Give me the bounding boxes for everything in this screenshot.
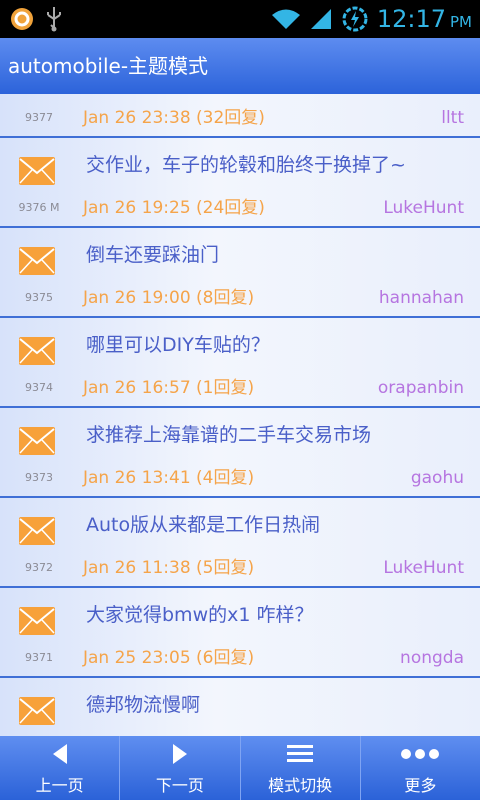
thread-number: 9371 (25, 651, 53, 664)
thread-title: 倒车还要踩油门 (86, 244, 220, 266)
thread-author[interactable]: gaohu (411, 468, 464, 488)
wifi-icon (271, 9, 300, 29)
page-title: automobile-主题模式 (0, 38, 480, 94)
clock: 12:17 PM (376, 5, 472, 33)
more-dots-icon (400, 740, 440, 768)
usb-icon (47, 7, 61, 32)
envelope-icon (19, 697, 55, 725)
envelope-icon (19, 517, 55, 545)
triangle-right-icon (171, 740, 189, 768)
more-label: 更多 (404, 776, 437, 795)
thread-author[interactable]: LukeHunt (383, 198, 464, 218)
more-button[interactable]: 更多 (361, 736, 480, 800)
thread-row[interactable]: 倒车还要踩油门 9375 Jan 26 19:00 (8回复) hannahan (0, 228, 480, 318)
thread-number: 9377 (25, 111, 53, 124)
menu-lines-icon (286, 740, 314, 768)
thread-row[interactable]: 大家觉得bmw的x1 咋样？ 9371 Jan 25 23:05 (6回复) n… (0, 588, 480, 678)
thread-title: 哪里可以DIY车贴的？ (86, 334, 270, 356)
thread-list[interactable]: 9377 Jan 26 23:38 (32回复) lltt 交作业，车子的轮毂和… (0, 94, 480, 736)
thread-number: 9373 (25, 471, 53, 484)
thread-date: Jan 26 11:38 (5回复) (83, 558, 255, 578)
thread-number: 9374 (25, 381, 53, 394)
thread-row[interactable]: 求推荐上海靠谱的二手车交易市场 9373 Jan 26 13:41 (4回复) … (0, 408, 480, 498)
thread-row[interactable]: 德邦物流慢啊 (0, 678, 480, 736)
envelope-icon (19, 337, 55, 365)
thread-author[interactable]: lltt (441, 108, 464, 128)
battery-charging-icon (342, 6, 368, 32)
thread-row[interactable]: 交作业，车子的轮毂和胎终于换掉了~ 9376 M Jan 26 19:25 (2… (0, 138, 480, 228)
thread-author[interactable]: nongda (400, 648, 464, 668)
thread-author[interactable]: LukeHunt (383, 558, 464, 578)
envelope-icon (19, 247, 55, 275)
thread-date: Jan 26 19:00 (8回复) (83, 288, 255, 308)
mode-switch-label: 模式切换 (268, 776, 333, 795)
thread-title: Auto版从来都是工作日热闹 (86, 514, 321, 536)
triangle-left-icon (51, 740, 69, 768)
thread-date: Jan 26 13:41 (4回复) (83, 468, 255, 488)
thread-row[interactable]: 9377 Jan 26 23:38 (32回复) lltt (0, 94, 480, 138)
thread-title: 求推荐上海靠谱的二手车交易市场 (86, 424, 372, 446)
status-bar: 12:17 PM (0, 0, 480, 38)
thread-title: 交作业，车子的轮毂和胎终于换掉了~ (86, 154, 406, 176)
signal-icon (310, 9, 331, 29)
envelope-icon (19, 607, 55, 635)
next-page-label: 下一页 (155, 776, 204, 795)
thread-date: Jan 26 16:57 (1回复) (83, 378, 255, 398)
thread-number: 9372 (25, 561, 53, 574)
mode-switch-button[interactable]: 模式切换 (241, 736, 361, 800)
thread-date: Jan 25 23:05 (6回复) (83, 648, 255, 668)
thread-date: Jan 26 23:38 (32回复) (83, 108, 265, 128)
prev-page-label: 上一页 (35, 776, 84, 795)
bottom-toolbar: 上一页 下一页 模式切换 更多 (0, 736, 480, 800)
thread-number: 9376 M (18, 201, 60, 214)
next-page-button[interactable]: 下一页 (120, 736, 241, 800)
thread-number: 9375 (25, 291, 53, 304)
notification-app-icon (11, 8, 33, 30)
thread-author[interactable]: orapanbin (378, 378, 464, 398)
thread-row[interactable]: Auto版从来都是工作日热闹 9372 Jan 26 11:38 (5回复) L… (0, 498, 480, 588)
envelope-icon (19, 427, 55, 455)
thread-date: Jan 26 19:25 (24回复) (83, 198, 265, 218)
thread-author[interactable]: hannahan (379, 288, 464, 308)
thread-title: 大家觉得bmw的x1 咋样？ (86, 604, 314, 626)
thread-title: 德邦物流慢啊 (86, 694, 201, 716)
thread-row[interactable]: 哪里可以DIY车贴的？ 9374 Jan 26 16:57 (1回复) orap… (0, 318, 480, 408)
envelope-icon (19, 157, 55, 185)
prev-page-button[interactable]: 上一页 (0, 736, 121, 800)
